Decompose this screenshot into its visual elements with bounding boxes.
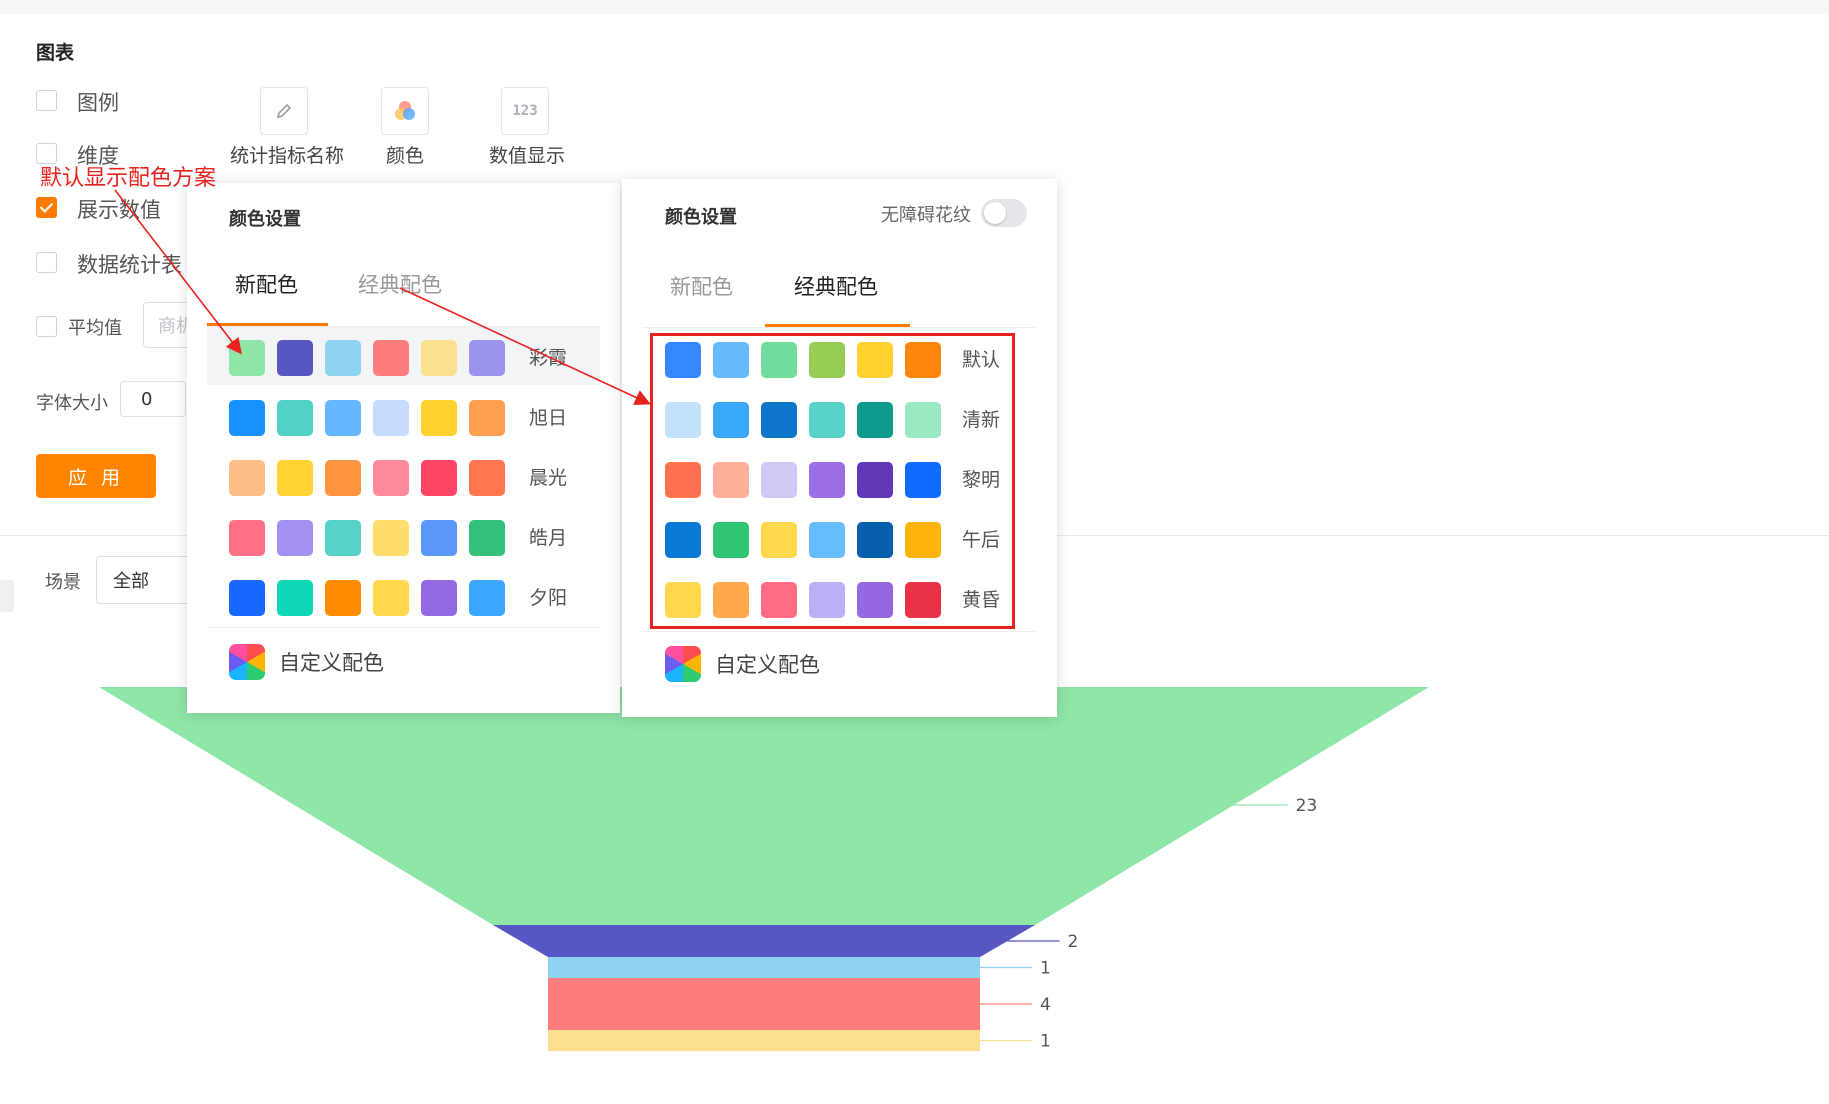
tab-classic-palette[interactable]: 经典配色	[358, 269, 442, 299]
funnel-segment	[493, 925, 1035, 957]
color-scheme-row[interactable]: 旭日	[207, 387, 600, 445]
scheme-name: 彩霞	[529, 347, 568, 369]
color-swatch	[421, 580, 457, 616]
custom-divider	[207, 627, 600, 628]
data-label: 1	[1040, 1032, 1051, 1052]
custom-palette-label: 自定义配色	[279, 651, 384, 675]
color-settings-panel-new: 颜色设置 新配色 经典配色 彩霞旭日晨光皓月夕阳 自定义配色	[187, 183, 620, 713]
funnel-segment	[548, 978, 980, 1030]
color-swatch	[277, 340, 313, 376]
color-swatch	[277, 400, 313, 436]
custom-palette-label: 自定义配色	[715, 653, 820, 677]
color-swatch	[325, 580, 361, 616]
scheme-name: 晨光	[529, 467, 568, 489]
color-swatch	[373, 340, 409, 376]
color-swatch	[325, 400, 361, 436]
color-swatch	[469, 520, 505, 556]
data-label: 4	[1040, 995, 1051, 1015]
accessibility-pattern-toggle[interactable]	[981, 199, 1027, 227]
color-swatch	[277, 520, 313, 556]
color-swatch	[277, 460, 313, 496]
color-swatch	[325, 460, 361, 496]
scheme-name: 夕阳	[529, 587, 568, 609]
color-swatch	[421, 520, 457, 556]
custom-palette-option[interactable]: 自定义配色	[229, 644, 384, 680]
data-label: 1	[1040, 959, 1051, 979]
classic-schemes-highlight	[650, 333, 1015, 629]
accessibility-pattern-label: 无障碍花纹	[881, 205, 971, 226]
color-scheme-row[interactable]: 夕阳	[207, 567, 600, 625]
color-swatch	[469, 340, 505, 376]
tab-classic-palette[interactable]: 经典配色	[794, 271, 878, 301]
color-scheme-row[interactable]: 晨光	[207, 447, 600, 505]
custom-divider	[642, 631, 1035, 632]
panel-title: 颜色设置	[665, 207, 737, 228]
color-swatch	[229, 580, 265, 616]
color-swatch	[229, 400, 265, 436]
tab-new-palette[interactable]: 新配色	[235, 269, 298, 299]
custom-color-icon	[229, 644, 265, 680]
tab-new-palette[interactable]: 新配色	[670, 271, 733, 301]
color-swatch	[229, 340, 265, 376]
scheme-name: 旭日	[529, 407, 568, 429]
color-swatch	[469, 460, 505, 496]
color-swatch	[373, 400, 409, 436]
funnel-segment	[548, 957, 980, 978]
data-label: 23	[1296, 796, 1318, 816]
color-swatch	[229, 520, 265, 556]
custom-color-icon	[665, 646, 701, 682]
color-swatch	[469, 400, 505, 436]
annotation-text: 默认显示配色方案	[40, 166, 217, 191]
color-swatch	[421, 400, 457, 436]
funnel-segment	[99, 687, 1429, 925]
tab-divider	[642, 327, 1035, 328]
color-swatch	[373, 460, 409, 496]
color-swatch	[325, 340, 361, 376]
color-swatch	[277, 580, 313, 616]
color-swatch	[325, 520, 361, 556]
color-swatch	[373, 580, 409, 616]
data-label: 2	[1068, 932, 1079, 952]
scheme-name: 皓月	[529, 527, 568, 549]
color-scheme-row[interactable]: 皓月	[207, 507, 600, 565]
color-scheme-row[interactable]: 彩霞	[207, 327, 600, 385]
custom-palette-option[interactable]: 自定义配色	[665, 646, 820, 682]
color-swatch	[373, 520, 409, 556]
color-swatch	[421, 460, 457, 496]
color-swatch	[469, 580, 505, 616]
panel-title: 颜色设置	[229, 209, 301, 230]
color-swatch	[421, 340, 457, 376]
color-swatch	[229, 460, 265, 496]
funnel-segment	[548, 1030, 980, 1051]
